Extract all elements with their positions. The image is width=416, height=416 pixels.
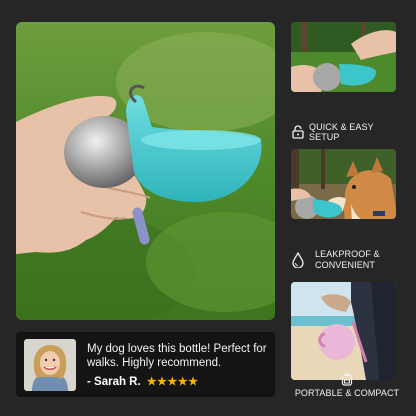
feature-leakproof: LEAKPROOF & CONVENIENT [291, 249, 403, 271]
feature-label-line1: LEAKPROOF & [315, 249, 380, 259]
feature-label: PORTABLE & COMPACT [294, 388, 400, 398]
review-author: - Sarah R. [87, 375, 141, 388]
review-quote: My dog loves this bottle! Perfect for wa… [87, 343, 267, 369]
setup-thumbnail [291, 22, 396, 92]
feature-quick-setup: QUICK & EASY SETUP [291, 122, 403, 142]
review-card: My dog loves this bottle! Perfect for wa… [16, 332, 275, 397]
hero-product-image [16, 22, 275, 320]
beach-thumbnail [291, 282, 396, 380]
water-drop-icon [291, 252, 305, 268]
backpack-icon [340, 372, 354, 386]
reviewer-avatar [24, 339, 76, 391]
dog-drinking-thumbnail [291, 149, 396, 219]
feature-label: QUICK & EASY SETUP [309, 122, 374, 142]
star-rating: ★★★★★ [146, 376, 199, 388]
feature-label-line2: CONVENIENT [315, 260, 376, 270]
feature-portable: PORTABLE & COMPACT [291, 372, 403, 398]
unlock-icon [291, 125, 305, 139]
